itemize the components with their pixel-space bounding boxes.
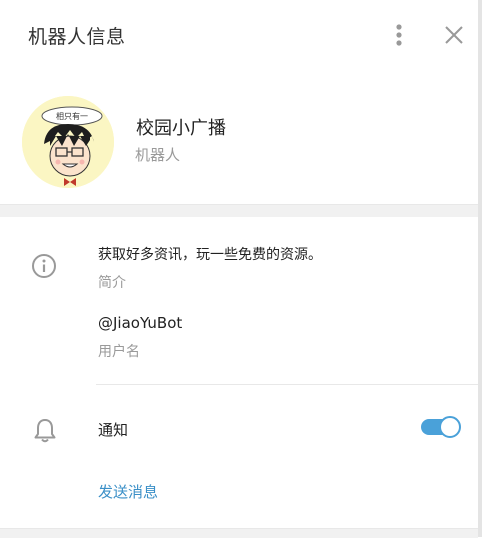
notifications-label: 通知 [98,421,129,439]
description-label: 简介 [98,275,126,291]
section-divider [0,204,478,217]
close-icon [445,26,463,44]
panel-header: 机器人信息 [0,0,478,70]
notifications-toggle[interactable] [421,416,461,438]
row-divider [96,384,478,385]
toggle-knob [439,416,461,438]
page-title: 机器人信息 [28,26,126,48]
close-button[interactable] [440,20,468,50]
send-message-link[interactable]: 发送消息 [98,481,158,502]
info-icon [32,254,56,278]
avatar[interactable]: 相只有一 [22,96,114,188]
bot-description: 获取好多资讯，玩一些免费的资源。 [98,247,322,263]
bot-info-panel: 机器人信息 相只有一 校园小广播 机器人 获取好多资讯，玩一些免费的资源。 简介… [0,0,478,538]
more-vertical-icon [396,24,402,46]
avatar-cartoon-image: 相只有一 [22,96,114,188]
bot-type-label: 机器人 [135,146,181,164]
profile-section: 相只有一 校园小广播 机器人 [0,70,478,200]
username-label: 用户名 [98,344,140,360]
bot-username[interactable]: @JiaoYuBot [98,314,182,332]
window-edge [478,0,482,537]
more-options-button[interactable] [386,20,412,50]
bell-icon [34,419,56,443]
avatar-bubble-text: 相只有一 [56,111,88,121]
bot-name: 校园小广播 [136,118,226,139]
